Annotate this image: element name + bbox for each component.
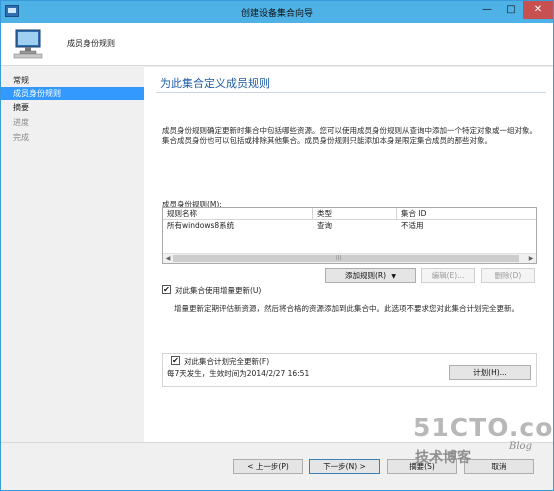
cell-collection-id: 不适用 [401,221,424,230]
column-header-rule-name[interactable]: 规则名称 [163,208,313,219]
wizard-nav: 常规 成员身份规则 摘要 进度 完成 [1,67,144,490]
incremental-update-label[interactable]: 对此集合使用增量更新(U) [175,285,261,296]
incremental-update-option[interactable]: ✔ 对此集合使用增量更新(U) [162,285,462,295]
watermark-logo: 51CTO.com 技术博客 Blog [413,413,554,473]
add-rule-button[interactable]: 添加规则(R) ▼ [325,268,416,283]
page-title: 为此集合定义成员规则 [160,77,270,90]
horizontal-scrollbar[interactable]: ◀ ||| ▶ [163,253,536,263]
page-description: 成员身份规则确定更新时集合中包括哪些资源。您可以使用成员身份规则从查询中添加一个… [162,126,537,145]
cell-type: 查询 [317,221,332,230]
window-title: 创建设备集合向导 [240,9,313,19]
nav-item-completion: 完成 [13,133,29,142]
next-button[interactable]: 下一步(N) > [309,459,380,474]
scroll-grip-icon: ||| [336,255,342,261]
title-divider [156,92,546,93]
wizard-window: 创建设备集合向导 — □ ✕ 成员身份规则 常规 成员身份规则 摘要 进度 完成… [0,0,554,491]
scroll-left-icon[interactable]: ◀ [163,254,173,263]
scroll-right-icon[interactable]: ▶ [526,254,536,263]
content-pane: 为此集合定义成员规则 成员身份规则确定更新时集合中包括哪些资源。您可以使用成员身… [144,67,553,442]
watermark-main-text: 51CTO.com [413,413,554,442]
dropdown-arrow-icon: ▼ [391,273,397,280]
watermark-sub-text: 技术博客 [415,450,471,466]
scrollbar-thumb[interactable] [173,255,519,262]
full-update-option[interactable]: ✔ 对此集合计划完全更新(F) [171,356,471,366]
nav-item-membership-rules[interactable]: 成员身份规则 [1,87,144,100]
wizard-header: 成员身份规则 [1,23,553,66]
rules-table[interactable]: 规则名称 类型 集合 ID 所有windows8系统 查询 不适用 ◀ ||| … [162,207,537,264]
column-header-collection-id[interactable]: 集合 ID [397,208,536,219]
delete-button[interactable]: 删除(D) [481,268,535,283]
nav-item-summary[interactable]: 摘要 [1,101,144,114]
close-button[interactable]: ✕ [523,1,553,19]
computer-icon [13,29,43,59]
title-bar: 创建设备集合向导 — □ ✕ [1,1,553,23]
cell-rule-name: 所有windows8系统 [167,221,235,230]
previous-button[interactable]: < 上一步(P) [233,459,303,474]
full-update-label[interactable]: 对此集合计划完全更新(F) [184,356,269,367]
watermark-blog-text: Blog [509,441,532,452]
table-row[interactable]: 所有windows8系统 查询 不适用 [163,220,536,231]
full-update-checkbox[interactable]: ✔ [171,356,180,365]
maximize-button[interactable]: □ [499,1,523,19]
minimize-button[interactable]: — [475,1,499,19]
edit-button[interactable]: 编辑(E)... [421,268,475,283]
full-update-group: ✔ 对此集合计划完全更新(F) 每7天发生，生效时间为2014/2/27 16:… [162,353,537,387]
incremental-update-description: 增量更新定期评估新资源，然后将合格的资源添加到此集合中。此选项不要求您对此集合计… [174,304,519,313]
incremental-update-checkbox[interactable]: ✔ [162,285,171,294]
nav-item-general[interactable]: 常规 [1,74,144,87]
schedule-button[interactable]: 计划(H)... [449,365,531,380]
header-title: 成员身份规则 [67,39,115,48]
schedule-summary: 每7天发生，生效时间为2014/2/27 16:51 [167,369,310,378]
nav-item-progress: 进度 [13,118,29,127]
column-header-type[interactable]: 类型 [313,208,397,219]
table-header: 规则名称 类型 集合 ID [163,208,536,220]
add-rule-label: 添加规则(R) [344,271,387,280]
